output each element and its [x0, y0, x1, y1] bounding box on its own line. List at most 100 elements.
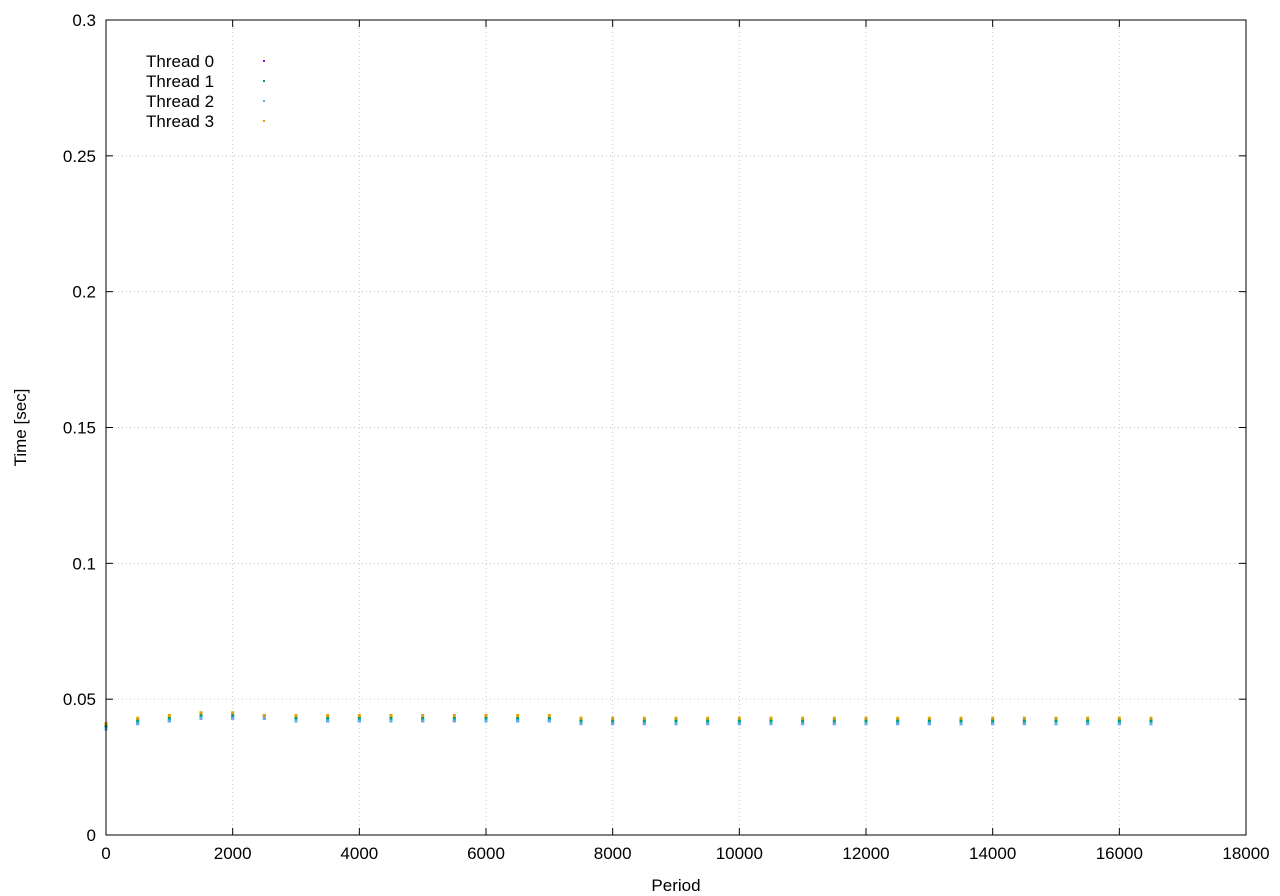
- data-point: [389, 719, 393, 723]
- data-point: [959, 719, 963, 723]
- legend-label: Thread 3: [146, 112, 214, 131]
- data-point: [674, 719, 678, 723]
- grid-lines: [106, 20, 1246, 835]
- data-point: [801, 722, 805, 726]
- data-point: [421, 719, 425, 723]
- legend: Thread 0Thread 1Thread 2Thread 3: [146, 52, 265, 131]
- data-point: [326, 716, 330, 720]
- data-point: [674, 716, 678, 720]
- data-point: [896, 719, 900, 723]
- data-point: [832, 719, 836, 723]
- data-point: [516, 719, 520, 723]
- data-point: [547, 719, 551, 723]
- x-tick-label: 0: [101, 844, 110, 863]
- legend-label: Thread 1: [146, 72, 214, 91]
- data-point: [262, 716, 266, 720]
- data-point: [1117, 719, 1121, 723]
- legend-marker: [263, 80, 265, 82]
- data-point: [231, 713, 235, 717]
- data-point: [1149, 719, 1153, 723]
- data-point: [1086, 722, 1090, 726]
- data-point: [927, 719, 931, 723]
- x-tick-label: 4000: [340, 844, 378, 863]
- legend-label: Thread 0: [146, 52, 214, 71]
- data-point: [326, 713, 330, 717]
- data-point: [991, 716, 995, 720]
- x-tick-label: 16000: [1096, 844, 1143, 863]
- data-point: [389, 713, 393, 717]
- data-point: [199, 713, 203, 717]
- y-tick-label: 0.25: [63, 147, 96, 166]
- y-tick-label: 0: [87, 826, 96, 845]
- data-point: [611, 722, 615, 726]
- x-tick-label: 8000: [594, 844, 632, 863]
- data-point: [294, 716, 298, 720]
- data-point: [167, 716, 171, 720]
- data-point: [357, 719, 361, 723]
- series-3: [104, 711, 1153, 726]
- y-tick-label: 0.2: [72, 283, 96, 302]
- data-point: [991, 722, 995, 726]
- x-tick-label: 12000: [842, 844, 889, 863]
- series-1: [104, 713, 1153, 728]
- data-point: [896, 716, 900, 720]
- data-point: [516, 713, 520, 717]
- data-point: [1117, 722, 1121, 726]
- x-tick-labels: 0 2000 4000 6000 8000 10000 12000 14000 16000 180…: [101, 844, 1269, 863]
- data-point: [737, 719, 741, 723]
- data-point: [1054, 716, 1058, 720]
- data-point: [801, 716, 805, 720]
- data-point: [547, 716, 551, 720]
- y-axis-label: Time [sec]: [11, 389, 30, 467]
- data-point: [452, 713, 456, 717]
- data-point: [1022, 719, 1026, 723]
- data-point: [1086, 716, 1090, 720]
- data-point: [864, 716, 868, 720]
- x-tick-label: 14000: [969, 844, 1016, 863]
- data-point: [706, 716, 710, 720]
- data-point: [1086, 719, 1090, 723]
- data-point: [452, 716, 456, 720]
- scatter-chart: 0 2000 4000 6000 8000 10000 12000 14000 16000 180…: [11, 11, 1270, 895]
- data-point: [579, 716, 583, 720]
- data-point: [547, 713, 551, 717]
- data-point: [769, 716, 773, 720]
- legend-label: Thread 2: [146, 92, 214, 111]
- y-tick-label: 0.15: [63, 419, 96, 438]
- data-point: [484, 716, 488, 720]
- data-point: [389, 716, 393, 720]
- data-point: [421, 716, 425, 720]
- data-point: [136, 716, 140, 720]
- data-point: [452, 719, 456, 723]
- data-point: [357, 716, 361, 720]
- data-point: [484, 713, 488, 717]
- data-point: [1149, 716, 1153, 720]
- data-point: [1149, 722, 1153, 726]
- legend-marker: [263, 120, 265, 122]
- data-point: [167, 719, 171, 723]
- data-point: [262, 713, 266, 717]
- data-point: [326, 719, 330, 723]
- y-tick-label: 0.3: [72, 11, 96, 30]
- data-point: [294, 713, 298, 717]
- data-point: [864, 722, 868, 726]
- x-axis-label: Period: [651, 876, 700, 895]
- data-point: [611, 719, 615, 723]
- legend-marker: [263, 60, 265, 62]
- data-point: [927, 722, 931, 726]
- data-point: [642, 722, 646, 726]
- data-point: [231, 716, 235, 720]
- series-2: [104, 716, 1153, 731]
- data-point: [737, 722, 741, 726]
- data-point: [1022, 722, 1026, 726]
- data-point: [706, 719, 710, 723]
- data-point: [136, 722, 140, 726]
- data-point: [294, 719, 298, 723]
- data-point: [1117, 716, 1121, 720]
- data-point: [927, 716, 931, 720]
- data-point: [516, 716, 520, 720]
- data-point: [737, 716, 741, 720]
- x-tick-label: 18000: [1222, 844, 1269, 863]
- data-point: [896, 722, 900, 726]
- data-point: [1054, 719, 1058, 723]
